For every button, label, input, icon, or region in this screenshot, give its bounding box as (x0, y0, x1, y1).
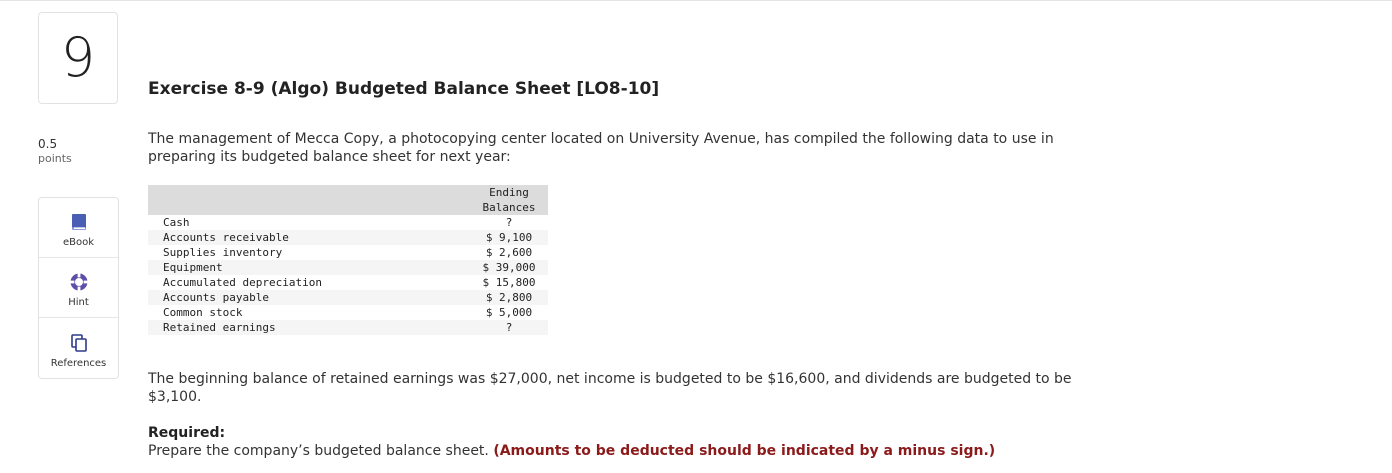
row-value: ? (470, 320, 548, 335)
row-label: Accumulated depreciation (163, 276, 322, 289)
table-header-row: Ending Balances (148, 185, 548, 215)
points-panel: 0.5 points (38, 136, 118, 166)
table-row: Common stock $ 5,000 (148, 305, 548, 320)
exercise-intro: The management of Mecca Copy, a photocop… (148, 131, 1054, 165)
instruction-text: Prepare the company’s budgeted balance s… (148, 443, 489, 459)
row-label: Accounts receivable (148, 230, 470, 245)
header-line-1: Ending (489, 186, 529, 199)
row-value: $ 2,800 (470, 290, 548, 305)
row-label: Accounts payable (148, 290, 470, 305)
table-row: Accounts receivable $ 9,100 (148, 230, 548, 245)
row-value: $ 9,100 (470, 230, 548, 245)
hint-button[interactable]: Hint (39, 258, 118, 318)
row-label: Supplies inventory (163, 246, 283, 259)
instruction-line: Prepare the company’s budgeted balance s… (148, 442, 995, 460)
references-label: References (50, 358, 107, 369)
question-number-box: 9 (38, 12, 118, 104)
points-value: 0.5 (38, 137, 58, 151)
instruction-note: (Amounts to be deducted should be indica… (493, 443, 996, 459)
table-row: Accumulated depreciation $ 15,800 (148, 275, 548, 290)
row-label: Retained earnings (148, 320, 470, 335)
exercise-title: Exercise 8-9 (Algo) Budgeted Balance She… (148, 79, 660, 99)
table-row: Equipment $ 39,000 (148, 260, 548, 275)
row-label: Cash (163, 216, 190, 229)
tools-panel: eBook Hint References (38, 197, 119, 379)
ending-balances-header: Ending Balances (470, 185, 548, 215)
top-divider (0, 0, 1392, 1)
lifebuoy-icon (69, 273, 88, 291)
row-label: Common stock (163, 306, 243, 319)
required-label: Required: (148, 425, 226, 441)
table-row: Supplies inventory $ 2,600 (148, 245, 548, 260)
copy-pages-icon (70, 334, 87, 352)
row-value: $ 5,000 (485, 306, 533, 319)
retained-earnings-paragraph: The beginning balance of retained earnin… (148, 371, 1072, 405)
table-header-blank (148, 185, 470, 215)
row-value: $ 2,600 (485, 246, 533, 259)
table-row: Retained earnings ? (148, 320, 548, 335)
header-line-2: Balances (482, 201, 536, 214)
table-row: Cash ? (148, 215, 548, 230)
hint-label: Hint (68, 297, 89, 308)
row-value: $ 15,800 (482, 276, 536, 289)
row-value: $ 39,000 (470, 260, 548, 275)
row-label: Equipment (148, 260, 470, 275)
ebook-button[interactable]: eBook (39, 198, 118, 258)
book-icon (71, 214, 86, 230)
ebook-label: eBook (62, 237, 95, 248)
references-button[interactable]: References (39, 318, 118, 378)
balances-table: Ending Balances Cash ? Accounts receivab… (148, 185, 548, 335)
question-number: 9 (60, 26, 96, 89)
row-value: ? (505, 216, 513, 229)
points-label: points (38, 152, 72, 165)
table-row: Accounts payable $ 2,800 (148, 290, 548, 305)
